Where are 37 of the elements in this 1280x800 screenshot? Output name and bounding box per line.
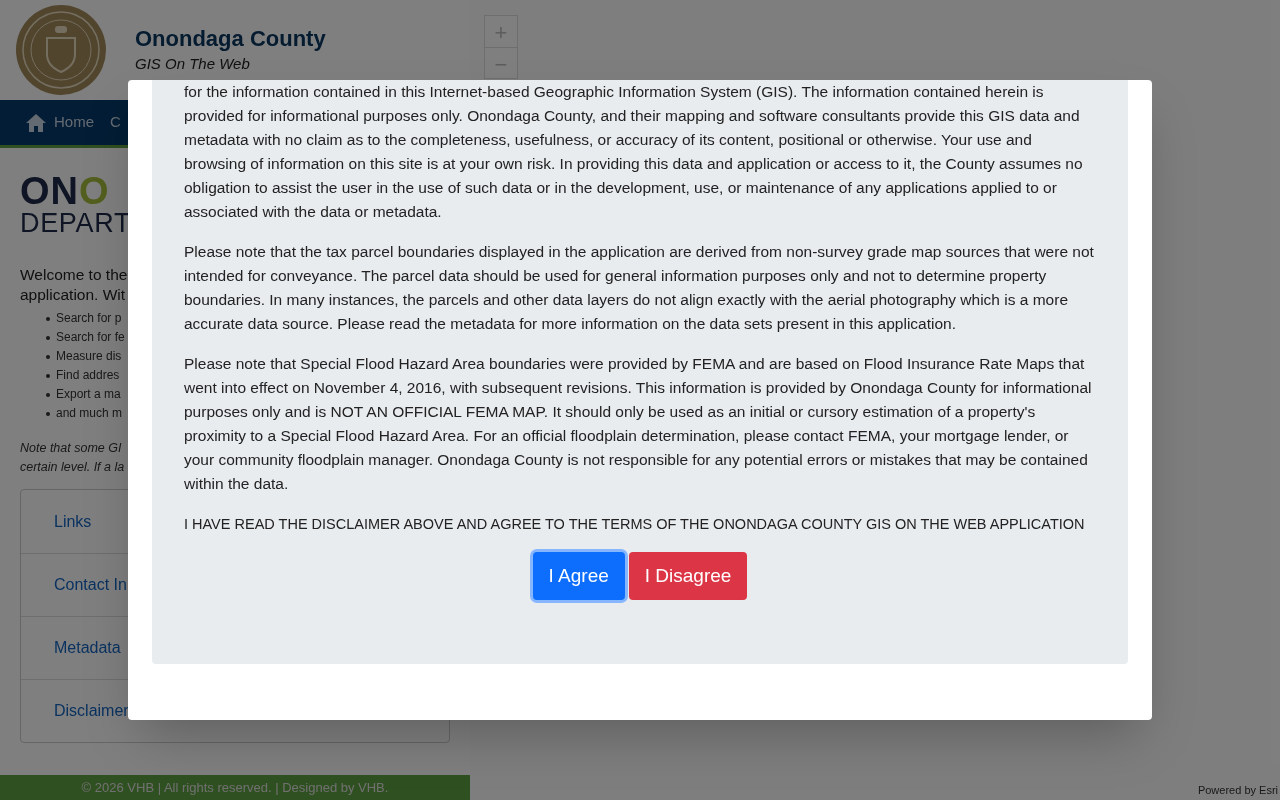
nav-link[interactable]: Home xyxy=(26,111,94,134)
feature-item: Find addres xyxy=(56,367,120,384)
feature-item: Search for p xyxy=(56,310,122,327)
bullet-icon xyxy=(46,316,50,321)
bullet-icon xyxy=(46,392,50,397)
site-subtitle: GIS On The Web xyxy=(135,53,251,74)
bullet-icon xyxy=(46,411,50,416)
accordion-link[interactable]: Metadata xyxy=(54,636,121,660)
nav-link[interactable]: C xyxy=(110,111,121,134)
bullet-icon xyxy=(46,335,50,340)
accordion-link[interactable]: Disclaimer xyxy=(54,699,129,723)
bullet-icon xyxy=(46,373,50,378)
feature-item: Export a ma xyxy=(56,386,121,403)
bullet-icon xyxy=(46,354,50,359)
feature-item: Measure dis xyxy=(56,348,122,365)
dialog-button[interactable]: I Disagree xyxy=(628,552,748,600)
dialog-button[interactable]: I Agree xyxy=(532,552,625,600)
welcome-text: Welcome to the xyxy=(20,265,128,285)
department-logo: ONO DEPART xyxy=(20,172,132,237)
welcome-text: application. Wit xyxy=(20,285,126,305)
attribution-text: Powered by Esri xyxy=(1197,782,1278,798)
site-title: Onondaga County xyxy=(135,25,326,53)
accordion-link[interactable]: Contact In xyxy=(54,573,127,597)
county-seal-icon xyxy=(15,4,107,96)
note-text: certain level. If a la xyxy=(20,459,125,476)
home-icon xyxy=(26,113,46,132)
disclaimer-paragraph: for the information contained in this Internet-based Geographic Information System (GIS). The information contained herein is provided for informational purposes only. Onondaga County, and their mapping and software consultants provide this GIS data and metadata with no claim as to the completeness, usefulness, or accuracy of its content, positional or otherwise. Your use and browsing of information on this site is at your own risk. In providing this data and application or access to it, the County assumes no obligation to assist the user in the use of such data or in the development, use, or maintenance of any applications applied to or associated with the data or metadata. xyxy=(184,82,1084,222)
accordion-link[interactable]: Links xyxy=(54,509,92,534)
footer-text: © 2026 VHB | All rights reserved. | Designed by VHB. xyxy=(81,778,389,797)
feature-item: Search for fe xyxy=(56,329,125,346)
feature-item: and much m xyxy=(56,405,123,422)
disclaimer-paragraph: Please note that Special Flood Hazard Area boundaries were provided by FEMA and are based on Flood Insurance Rate Maps that went into effect on November 4, 2016, with subsequent revisions. This information is provided by Onondaga County for informational purposes only and is NOT AN OFFICIAL FEMA MAP. It should only be used as an initial or cursory estimation of a property's proximity to a Special Flood Hazard Area. For an official floodplain determination, please contact FEMA, your mortgage lender, or your community floodplain manager. Onondaga County is not responsible for any potential errors or mistakes that may be contained within the data. xyxy=(184,354,1093,494)
note-text: Note that some GI xyxy=(20,440,122,457)
zoom-button[interactable]: + xyxy=(485,16,517,47)
zoom-button[interactable]: − xyxy=(485,47,517,78)
disclaimer-paragraph: Please note that the tax parcel boundaries displayed in the application are derived from non-survey grade map sources that were not intended for conveyance. The parcel data should be used for general information purposes only and not to determine property boundaries. In many instances, the parcels and other data layers do not align exactly with the aerial photography which is a more accurate data source. Please read the metadata for more information on the data sets present in this application. xyxy=(184,242,1095,334)
agreement-statement: I HAVE READ THE DISCLAIMER ABOVE AND AGREE TO THE TERMS OF THE ONONDAGA COUNTY GIS ON THE WEB APPLICATION xyxy=(184,515,1086,534)
